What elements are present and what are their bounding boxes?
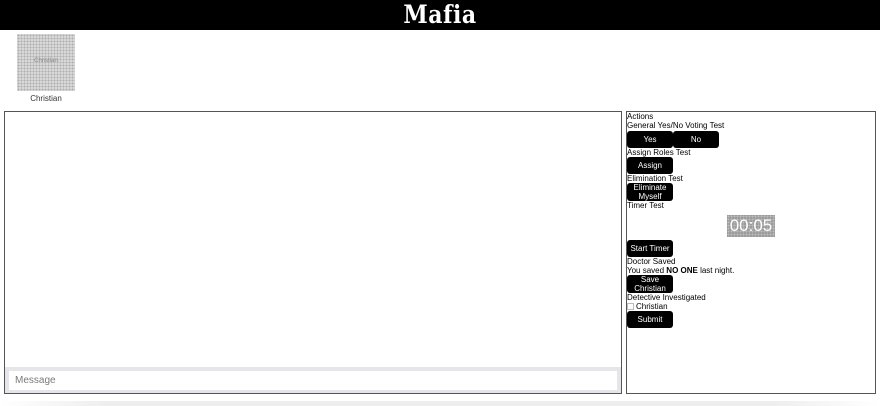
voting-label: General Yes/No Voting Test xyxy=(627,121,725,130)
doctor-saved-name: NO ONE xyxy=(666,266,698,275)
save-christian-button[interactable]: Save Christian xyxy=(627,275,673,293)
yes-button[interactable]: Yes xyxy=(627,131,673,148)
save-button-line1: Save xyxy=(640,275,660,284)
voting-buttons: Yes No xyxy=(627,131,875,148)
submit-button[interactable]: Submit xyxy=(627,311,673,328)
doctor-saved-label: Doctor Saved xyxy=(627,257,676,266)
assign-roles-button[interactable]: Assign Roles xyxy=(627,157,673,187)
app-header: Mafia xyxy=(0,0,880,30)
doctor-text-before: You saved xyxy=(627,266,667,275)
app-logo: Mafia xyxy=(403,0,477,30)
chat-log[interactable] xyxy=(5,112,621,367)
footer-divider xyxy=(0,401,880,406)
eliminate-myself-button[interactable]: Eliminate Myself xyxy=(627,183,673,201)
actions-title: Actions xyxy=(627,112,654,121)
timer-display: 00:05 xyxy=(727,215,775,237)
avatar-label: Christian xyxy=(34,58,58,64)
timer-label: Timer Test xyxy=(627,201,664,210)
doctor-saved-text: You saved NO ONE last night. xyxy=(627,266,875,275)
detective-label: Detective Investigated xyxy=(627,293,706,302)
elimination-label: Elimination Test xyxy=(627,174,683,183)
eliminate-button-line2: Myself xyxy=(638,192,662,201)
chat-panel xyxy=(4,111,622,394)
doctor-text-after: last night. xyxy=(697,266,735,275)
eliminate-button-line1: Eliminate xyxy=(633,183,667,192)
detective-option[interactable]: Christian xyxy=(627,302,875,311)
actions-panel: Actions General Yes/No Voting Test Yes N… xyxy=(626,111,876,394)
assign-roles-label: Assign Roles Test xyxy=(627,148,691,157)
detective-checkbox[interactable] xyxy=(627,303,634,310)
no-button[interactable]: No xyxy=(673,131,719,148)
message-input[interactable] xyxy=(9,371,617,390)
player-card[interactable]: Christian Christian xyxy=(16,34,76,103)
timer-area: 00:05 xyxy=(627,210,875,240)
avatar: Christian xyxy=(17,34,75,91)
start-timer-button[interactable]: Start Timer xyxy=(627,240,673,257)
chat-input-bar xyxy=(5,367,621,393)
player-name: Christian xyxy=(30,94,62,103)
detective-option-label: Christian xyxy=(636,302,668,311)
save-button-line2: Christian xyxy=(634,284,666,293)
